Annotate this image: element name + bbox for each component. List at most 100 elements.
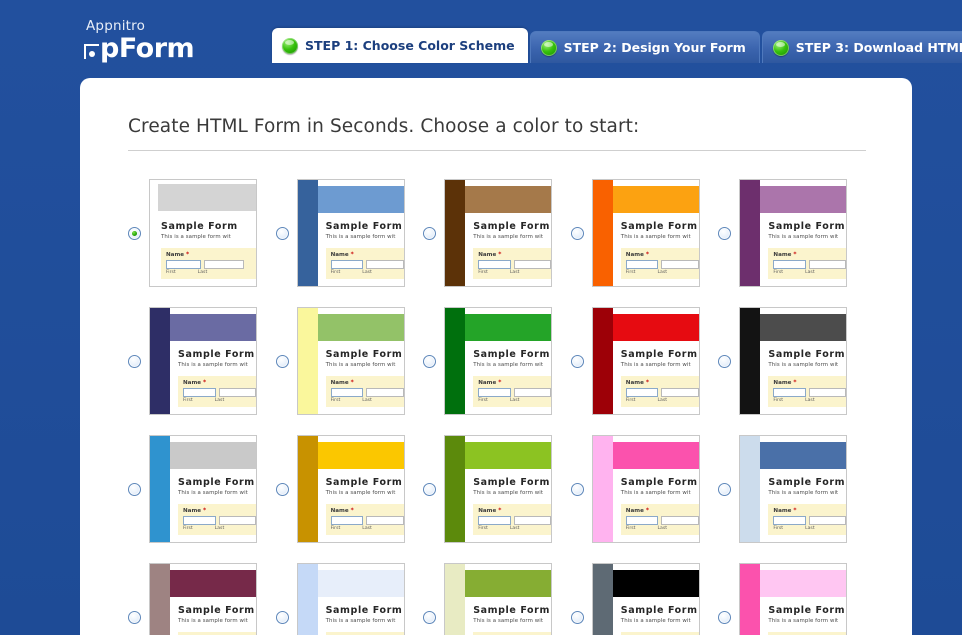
brand-logo: Appnitro pForm [84,19,195,62]
thumbnail-form-preview: Sample Form This is a sample form wit Name… [317,341,404,414]
sample-form-title: Sample Form [620,349,698,360]
sample-form-title: Sample Form [473,477,550,488]
sample-first-name-input [625,516,659,525]
tab-step-1[interactable]: STEP 1: Choose Color Scheme [272,28,528,63]
required-marker: * [645,379,649,386]
sample-last-name-input [366,516,404,525]
sample-form-subtitle: This is a sample form wit [178,490,248,496]
radio-scheme-olive-lime[interactable] [423,482,437,496]
sample-field-hints: First Last [478,398,551,403]
radio-scheme-yellow-green[interactable] [275,354,289,368]
tab-step-3[interactable]: STEP 3: Download HTML [761,31,962,63]
thumbnail-banner [317,442,404,469]
radio-scheme-mauve-maroon[interactable] [128,610,141,624]
sample-form-subtitle: This is a sample form wit [473,618,544,624]
thumbnail-scheme-cream-olive[interactable]: Sample FormThis is a sample form witName… [444,563,553,635]
sample-form-title: Sample Form [473,221,550,232]
radio-scheme-gold-yellow[interactable] [275,482,289,496]
sample-form-subtitle: This is a sample form wit [768,490,839,496]
sample-first-name-input [773,260,807,269]
color-scheme-cell: Sample Form This is a sample form wit Name… [570,307,719,415]
radio-scheme-blue-steel[interactable] [275,226,289,240]
radio-scheme-black-charcoal[interactable] [718,354,732,368]
sample-form-field-row: Name * First Last [768,504,847,535]
thumbnail-scheme-lightblue-slate[interactable]: Sample Form This is a sample form wit Name… [739,435,848,543]
thumbnail-scheme-orange-amber[interactable]: Sample Form This is a sample form wit Name… [591,179,700,287]
thumbnail-scheme-mauve-maroon[interactable]: Sample FormThis is a sample form witName… [149,563,257,635]
color-scheme-cell: Sample Form This is a sample form wit Name… [423,435,571,543]
thumbnail-scheme-purple-plum[interactable]: Sample Form This is a sample form wit Name… [739,179,848,287]
sample-form-field-row: Name * First Last [768,376,847,407]
thumbnail-scheme-blue-steel[interactable]: Sample Form This is a sample form wit Name… [296,179,405,287]
sample-first-name-input [773,388,807,397]
thumbnail-scheme-red-crimson[interactable]: Sample Form This is a sample form wit Name… [591,307,700,415]
sample-first-name-input [773,516,807,525]
sample-first-name-input [183,388,216,397]
sample-form-title: Sample Form [178,477,255,488]
thumbnail-scheme-olive-lime[interactable]: Sample Form This is a sample form wit Name… [444,435,553,543]
sample-form-subtitle: This is a sample form wit [620,618,691,624]
radio-scheme-pink-magenta[interactable] [570,482,584,496]
sample-field-inputs [773,260,847,269]
required-marker: * [645,507,649,514]
thumbnail-banner [612,314,699,341]
hint-last: Last [509,398,520,403]
thumbnail-form-preview: Sample Form This is a sample form wit Name… [317,469,404,542]
thumbnail-scheme-brown-tan[interactable]: Sample Form This is a sample form wit Name… [444,179,553,287]
radio-scheme-orange-amber[interactable] [570,226,584,240]
thumbnail-scheme-azure-gray[interactable]: Sample Form This is a sample form wit Name… [149,435,257,543]
thumbnail-sidebar [297,564,318,635]
sample-form-subtitle: This is a sample form wit [473,362,544,368]
sample-form-subtitle: This is a sample form wit [473,234,544,240]
thumbnail-scheme-slate-black[interactable]: Sample FormThis is a sample form witName… [591,563,700,635]
radio-scheme-azure-gray[interactable] [128,482,141,496]
radio-scheme-cream-olive[interactable] [423,610,437,624]
sample-form-title: Sample Form [768,605,846,616]
hint-first: First [330,526,341,531]
radio-scheme-gray-white[interactable] [128,226,141,240]
sample-first-name-input [183,516,216,525]
radio-scheme-hotpink-blush[interactable] [718,610,732,624]
thumbnail-scheme-gold-yellow[interactable]: Sample Form This is a sample form wit Name… [296,435,405,543]
thumbnail-scheme-yellow-green[interactable]: Sample Form This is a sample form wit Name… [296,307,405,415]
sample-field-hints: First Last [626,398,699,403]
sample-field-inputs [625,516,699,525]
sample-form-title: Sample Form [325,605,403,616]
radio-scheme-slate-black[interactable] [570,610,584,624]
color-scheme-grid: Sample Form This is a sample form wit Name… [128,179,866,635]
radio-scheme-brown-tan[interactable] [423,226,437,240]
sample-form-subtitle: This is a sample form wit [768,618,839,624]
radio-scheme-navy-indigo[interactable] [128,354,141,368]
radio-scheme-lightblue-slate[interactable] [718,482,732,496]
sample-field-inputs [330,260,404,269]
sample-form-subtitle: This is a sample form wit [473,490,544,496]
sample-field-label: Name * [330,251,354,258]
thumbnail-sidebar [592,564,613,635]
sample-field-hints: First Last [773,398,846,403]
sample-form-title: Sample Form [620,605,698,616]
thumbnail-sidebar [150,436,170,542]
radio-scheme-green-forest[interactable] [423,354,437,368]
sample-field-label: Name * [330,507,354,514]
sample-form-subtitle: This is a sample form wit [178,618,248,624]
sample-field-hints: First Last [478,270,551,275]
thumbnail-sidebar [150,564,170,635]
sample-form-title: Sample Form [473,349,550,360]
thumbnail-scheme-pink-magenta[interactable]: Sample Form This is a sample form wit Name… [591,435,700,543]
color-scheme-cell: Sample Form This is a sample form wit Name… [128,179,276,287]
thumbnail-scheme-gray-white[interactable]: Sample Form This is a sample form wit Name… [149,179,257,287]
sample-field-hints: First Last [626,270,699,275]
sample-last-name-input [661,388,699,397]
thumbnail-scheme-black-charcoal[interactable]: Sample Form This is a sample form wit Name… [739,307,848,415]
thumbnail-scheme-green-forest[interactable]: Sample Form This is a sample form wit Name… [444,307,553,415]
tab-step-2[interactable]: STEP 2: Design Your Form [529,31,760,63]
radio-scheme-red-crimson[interactable] [570,354,584,368]
thumbnail-form-preview: Sample Form This is a sample form wit Name… [170,341,256,414]
thumbnail-scheme-paleblue-mist[interactable]: Sample FormThis is a sample form witName… [296,563,405,635]
tab-step-3-label: STEP 3: Download HTML [795,40,962,55]
radio-scheme-paleblue-mist[interactable] [275,610,289,624]
thumbnail-scheme-navy-indigo[interactable]: Sample Form This is a sample form wit Name… [149,307,257,415]
hint-first: First [478,526,488,531]
radio-scheme-purple-plum[interactable] [718,226,732,240]
thumbnail-scheme-hotpink-blush[interactable]: Sample FormThis is a sample form witName… [739,563,848,635]
